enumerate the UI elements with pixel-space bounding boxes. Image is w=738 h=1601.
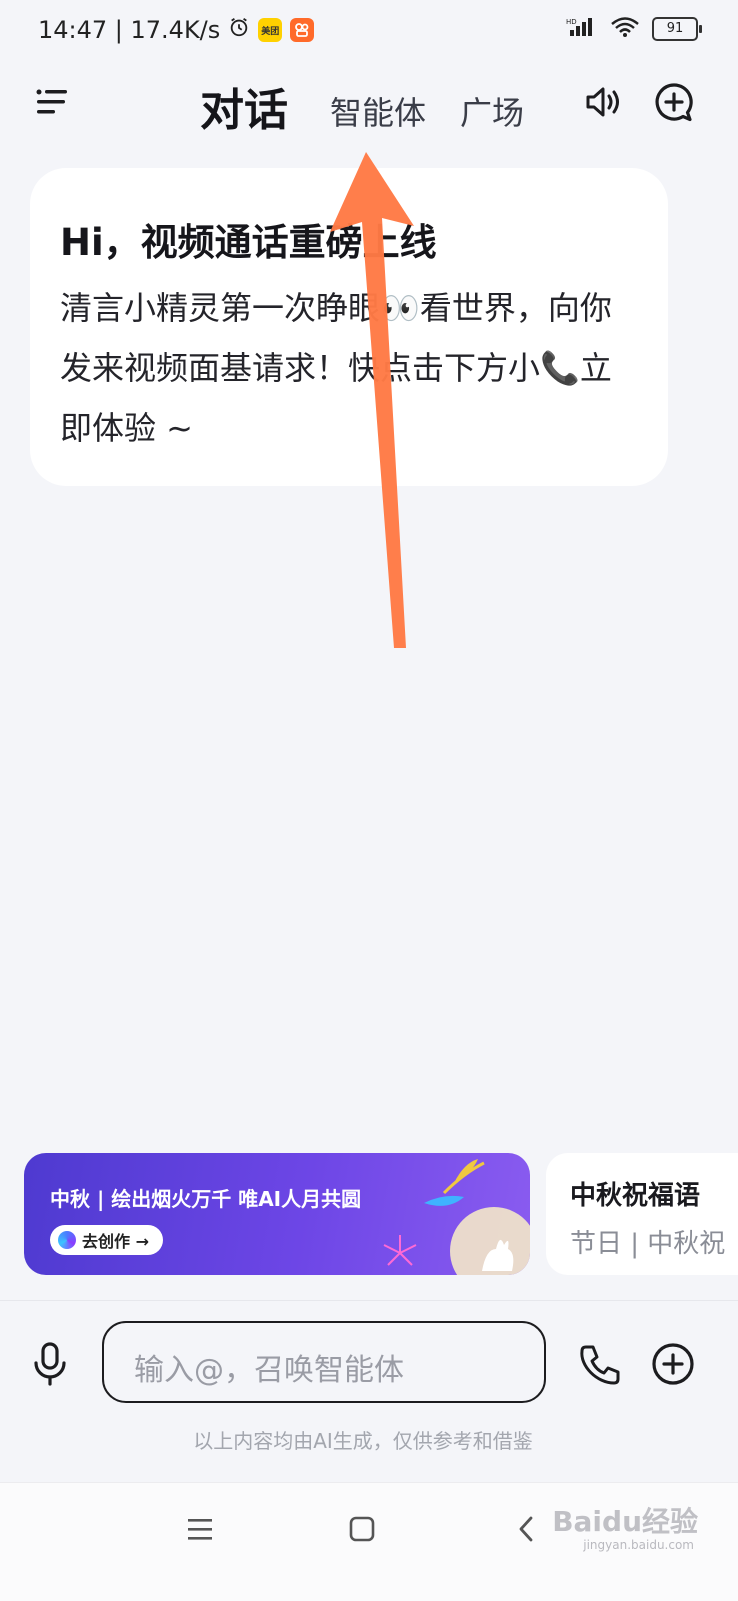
suggestion-card[interactable]: 中秋祝福语 节日 | 中秋祝 <box>546 1153 738 1275</box>
status-bar: 14:47 | 17.4K/s 美团 HD 91 <box>0 0 738 64</box>
phone-icon[interactable] <box>576 1341 622 1387</box>
speaker-icon[interactable] <box>582 80 626 124</box>
welcome-card: Hi，视频通话重磅上线 清言小精灵第一次睁眼👀看世界，向你发来视频面基请求！快点… <box>30 168 668 486</box>
suggestion-title: 中秋祝福语 <box>570 1181 701 1211</box>
tab-square[interactable]: 广场 <box>460 88 524 134</box>
plus-icon[interactable] <box>650 1341 696 1387</box>
create-button-label: 去创作 → <box>82 1232 149 1251</box>
recent-apps-icon[interactable] <box>180 1509 220 1549</box>
status-time-speed: 14:47 | 17.4K/s <box>38 16 221 44</box>
status-right: HD 91 <box>566 16 702 42</box>
meituan-app-icon: 美团 <box>258 18 283 42</box>
fireworks-moon-decoration-icon <box>383 1159 530 1275</box>
create-logo-icon <box>58 1231 76 1249</box>
welcome-body: 清言小精灵第一次睁眼👀看世界，向你发来视频面基请求！快点击下方小📞立即体验 ~ <box>60 289 612 447</box>
wifi-icon <box>610 16 640 42</box>
kuaishou-app-icon <box>290 18 315 42</box>
create-button[interactable]: 去创作 → <box>50 1225 163 1255</box>
menu-icon[interactable] <box>30 80 74 124</box>
suggestion-subtitle: 节日 | 中秋祝 <box>570 1229 726 1259</box>
alarm-icon <box>228 16 250 44</box>
watermark: Baidu经验 <box>552 1505 698 1538</box>
signal-icon: HD <box>566 16 598 42</box>
promo-title: 中秋 | 绘出烟火万千 唯AI人月共圆 <box>50 1187 362 1211</box>
message-input[interactable]: 输入@，召唤智能体 <box>102 1321 546 1403</box>
back-icon[interactable] <box>506 1509 546 1549</box>
tab-agents[interactable]: 智能体 <box>330 88 426 134</box>
welcome-title: Hi，视频通话重磅上线 <box>60 221 437 264</box>
svg-text:HD: HD <box>566 18 577 26</box>
ai-disclaimer: 以上内容均由AI生成，仅供参考和借鉴 <box>193 1429 533 1453</box>
promo-banner[interactable]: 中秋 | 绘出烟火万千 唯AI人月共圆 去创作 → <box>24 1153 530 1275</box>
tab-chat[interactable]: 对话 <box>200 74 288 138</box>
message-input-placeholder: 输入@，召唤智能体 <box>134 1353 404 1388</box>
watermark-url: jingyan.baidu.com <box>583 1538 694 1552</box>
battery-indicator: 91 <box>652 17 702 41</box>
status-left: 14:47 | 17.4K/s 美团 <box>38 16 315 44</box>
home-icon[interactable] <box>342 1509 382 1549</box>
composer-area: 输入@，召唤智能体 以上内容均由AI生成，仅供参考和借鉴 <box>0 1300 738 1481</box>
new-chat-icon[interactable] <box>652 80 696 124</box>
mic-icon[interactable] <box>28 1341 72 1387</box>
